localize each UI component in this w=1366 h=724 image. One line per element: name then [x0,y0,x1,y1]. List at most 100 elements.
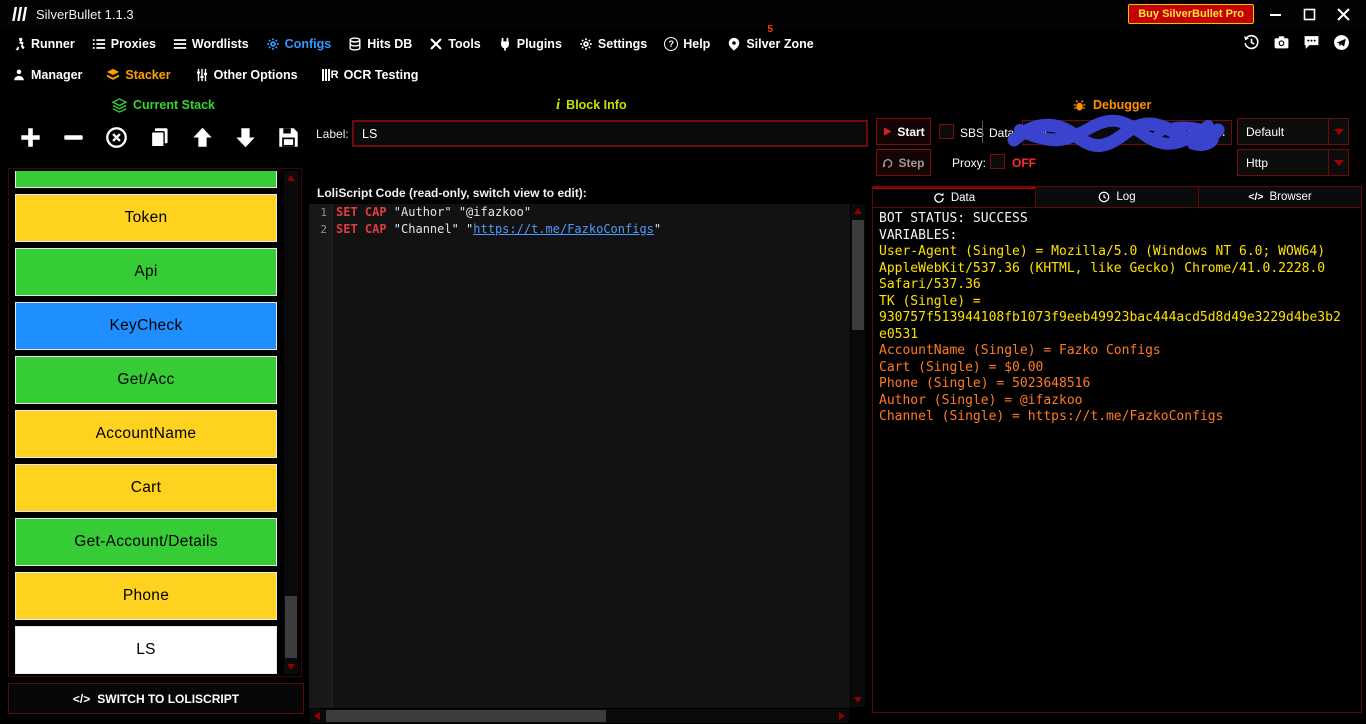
screenshot-button[interactable] [1273,34,1290,54]
stack-block-cart[interactable]: Cart [15,464,277,512]
clone-block-button[interactable] [147,125,171,149]
menu-wordlists[interactable]: Wordlists [173,37,249,51]
stack-block-ls[interactable]: LS [15,626,277,674]
stack-block-getacc[interactable]: Get/Acc [15,356,277,404]
buy-pro-button[interactable]: Buy SilverBullet Pro [1128,4,1254,24]
stack-block-api[interactable]: Api [15,248,277,296]
stack-panel: Token Api KeyCheck Get/Acc AccountName C… [8,168,302,677]
scroll-down-arrow[interactable] [284,660,298,674]
sbs-label: SBS [960,126,984,140]
line-number: 1 [309,204,327,221]
debug-output-line: User-Agent (Single) = Mozilla/5.0 (Windo… [879,244,1343,294]
menu-runner-label: Runner [31,37,75,51]
menu-help[interactable]: ? Help [664,37,710,51]
start-button[interactable]: Start [876,118,931,145]
data-value-fragment-left: us0 [1027,126,1047,139]
submenu-manager[interactable]: Manager [12,68,82,82]
menu-hitsdb-label: Hits DB [367,37,412,51]
chevron-down-icon [1334,129,1344,135]
stack-toolbar [18,116,300,158]
proxies-list-icon [92,37,106,51]
submenu-ocr-testing[interactable]: R OCR Testing [322,68,419,82]
scrollbar-thumb[interactable] [326,710,606,722]
stack-block-partial[interactable] [15,171,277,188]
switch-button-label: SWITCH TO LOLISCRIPT [97,692,239,706]
telegram-icon [1333,34,1350,51]
menu-tools[interactable]: Tools [429,37,480,51]
data-input[interactable]: us0 estbu . [1022,120,1232,145]
proxy-type-dropdown[interactable]: Http [1237,149,1349,176]
proxy-state: OFF [1012,156,1036,170]
camera-icon [1273,34,1290,51]
stack-block-get-account-details[interactable]: Get-Account/Details [15,518,277,566]
configs-gear-icon [266,37,280,51]
switch-to-loliscript-button[interactable]: </> SWITCH TO LOLISCRIPT [8,683,304,714]
stack-block-accountname[interactable]: AccountName [15,410,277,458]
stack-scrollbar[interactable] [284,171,298,674]
debug-output-line: Phone (Single) = 5023648516 [879,376,1343,393]
submenu-ocr-testing-label: OCR Testing [344,68,419,82]
scroll-left-arrow[interactable] [310,709,324,723]
scroll-up-arrow[interactable] [851,204,865,218]
maximize-button[interactable] [1296,3,1322,25]
wordlist-type-dropdown[interactable]: Default [1237,118,1349,145]
scroll-right-arrow[interactable] [835,709,849,723]
code-keyword: SET CAP [336,222,387,236]
close-button[interactable] [1330,3,1356,25]
code-vertical-scrollbar[interactable] [851,204,865,707]
tab-browser[interactable]: </> Browser [1199,187,1361,207]
help-icon: ? [664,37,678,51]
block-label-input[interactable] [352,120,868,147]
stack-block-keycheck[interactable]: KeyCheck [15,302,277,350]
remove-block-button[interactable] [61,125,85,149]
scroll-up-arrow[interactable] [284,171,298,185]
tab-log[interactable]: Log [1036,187,1199,207]
step-arrow-icon [882,157,894,169]
move-block-up-button[interactable] [190,125,214,149]
debugger-controls: Start SBS Data: us0 estbu . Default Step… [876,117,1360,178]
code-url-link[interactable]: https://t.me/FazkoConfigs [473,222,654,236]
stack-block-phone[interactable]: Phone [15,572,277,620]
menu-settings[interactable]: Settings [579,37,647,51]
menu-configs[interactable]: Configs [266,37,332,51]
clear-stack-button[interactable] [104,125,128,149]
app-logo-icon [10,5,28,23]
data-value-fragment-right: estbu [1187,126,1220,139]
menu-plugins[interactable]: Plugins [498,37,562,51]
scrollbar-thumb[interactable] [852,220,864,330]
save-config-button[interactable] [276,125,300,149]
code-horizontal-scrollbar[interactable] [310,709,849,723]
history-button[interactable] [1243,34,1260,54]
menu-help-label: Help [683,37,710,51]
scrollbar-thumb[interactable] [285,596,297,658]
proxy-checkbox[interactable] [990,154,1005,169]
minimize-button[interactable] [1262,3,1288,25]
menu-hitsdb[interactable]: Hits DB [348,37,412,51]
submenu-other-options[interactable]: Other Options [195,68,298,82]
submenu-stacker[interactable]: Stacker [106,68,170,82]
minus-icon [62,126,85,149]
stack-block-token[interactable]: Token [15,194,277,242]
sbs-checkbox[interactable] [939,124,954,139]
play-icon [882,126,893,137]
refresh-icon [933,192,945,204]
step-button[interactable]: Step [876,149,931,176]
debug-output-line: Cart (Single) = $0.00 [879,360,1343,377]
proxy-type-value: Http [1238,156,1328,170]
wordlist-type-value: Default [1238,125,1328,139]
loliscript-header: LoliScript Code (read-only, switch view … [309,184,866,203]
menu-settings-label: Settings [598,37,647,51]
menu-proxies[interactable]: Proxies [92,37,156,51]
telegram-button[interactable] [1333,34,1350,54]
code-text: "Author" "@ifazkoo" [387,205,532,219]
tab-data[interactable]: Data [873,187,1036,207]
add-block-button[interactable] [18,125,42,149]
move-block-down-button[interactable] [233,125,257,149]
scroll-down-arrow[interactable] [851,693,865,707]
chat-button[interactable] [1303,34,1320,54]
step-button-label: Step [898,156,924,170]
submenu-stacker-label: Stacker [125,68,170,82]
menu-runner[interactable]: Runner [12,37,75,51]
menu-silver-zone[interactable]: 5 Silver Zone [727,37,813,51]
chat-bubble-icon [1303,34,1320,51]
